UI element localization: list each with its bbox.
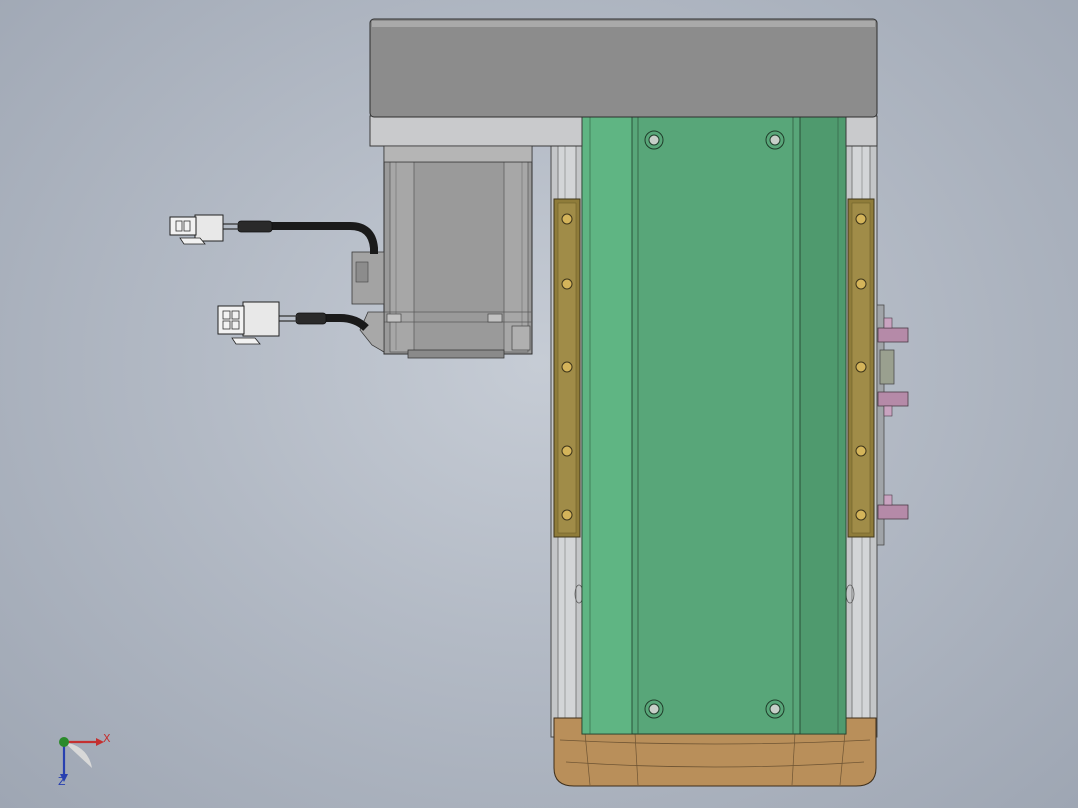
- triad-z-label: Z: [58, 775, 66, 788]
- motor-cable-lower: [217, 301, 369, 345]
- top-block: [369, 18, 878, 118]
- left-guide-rail: [553, 198, 581, 538]
- graphics-viewport[interactable]: X Z: [0, 0, 1078, 808]
- motor-mount-plate: [369, 115, 583, 147]
- side-bracket: [876, 304, 909, 546]
- servo-motor: [351, 145, 533, 359]
- triad-x-label: X: [103, 732, 111, 745]
- motor-cable-upper: [169, 214, 378, 254]
- right-guide-rail: [847, 198, 875, 538]
- carriage: [581, 115, 847, 735]
- coordinate-triad: X Z: [48, 728, 118, 790]
- linear-actuator-model[interactable]: [0, 0, 1078, 808]
